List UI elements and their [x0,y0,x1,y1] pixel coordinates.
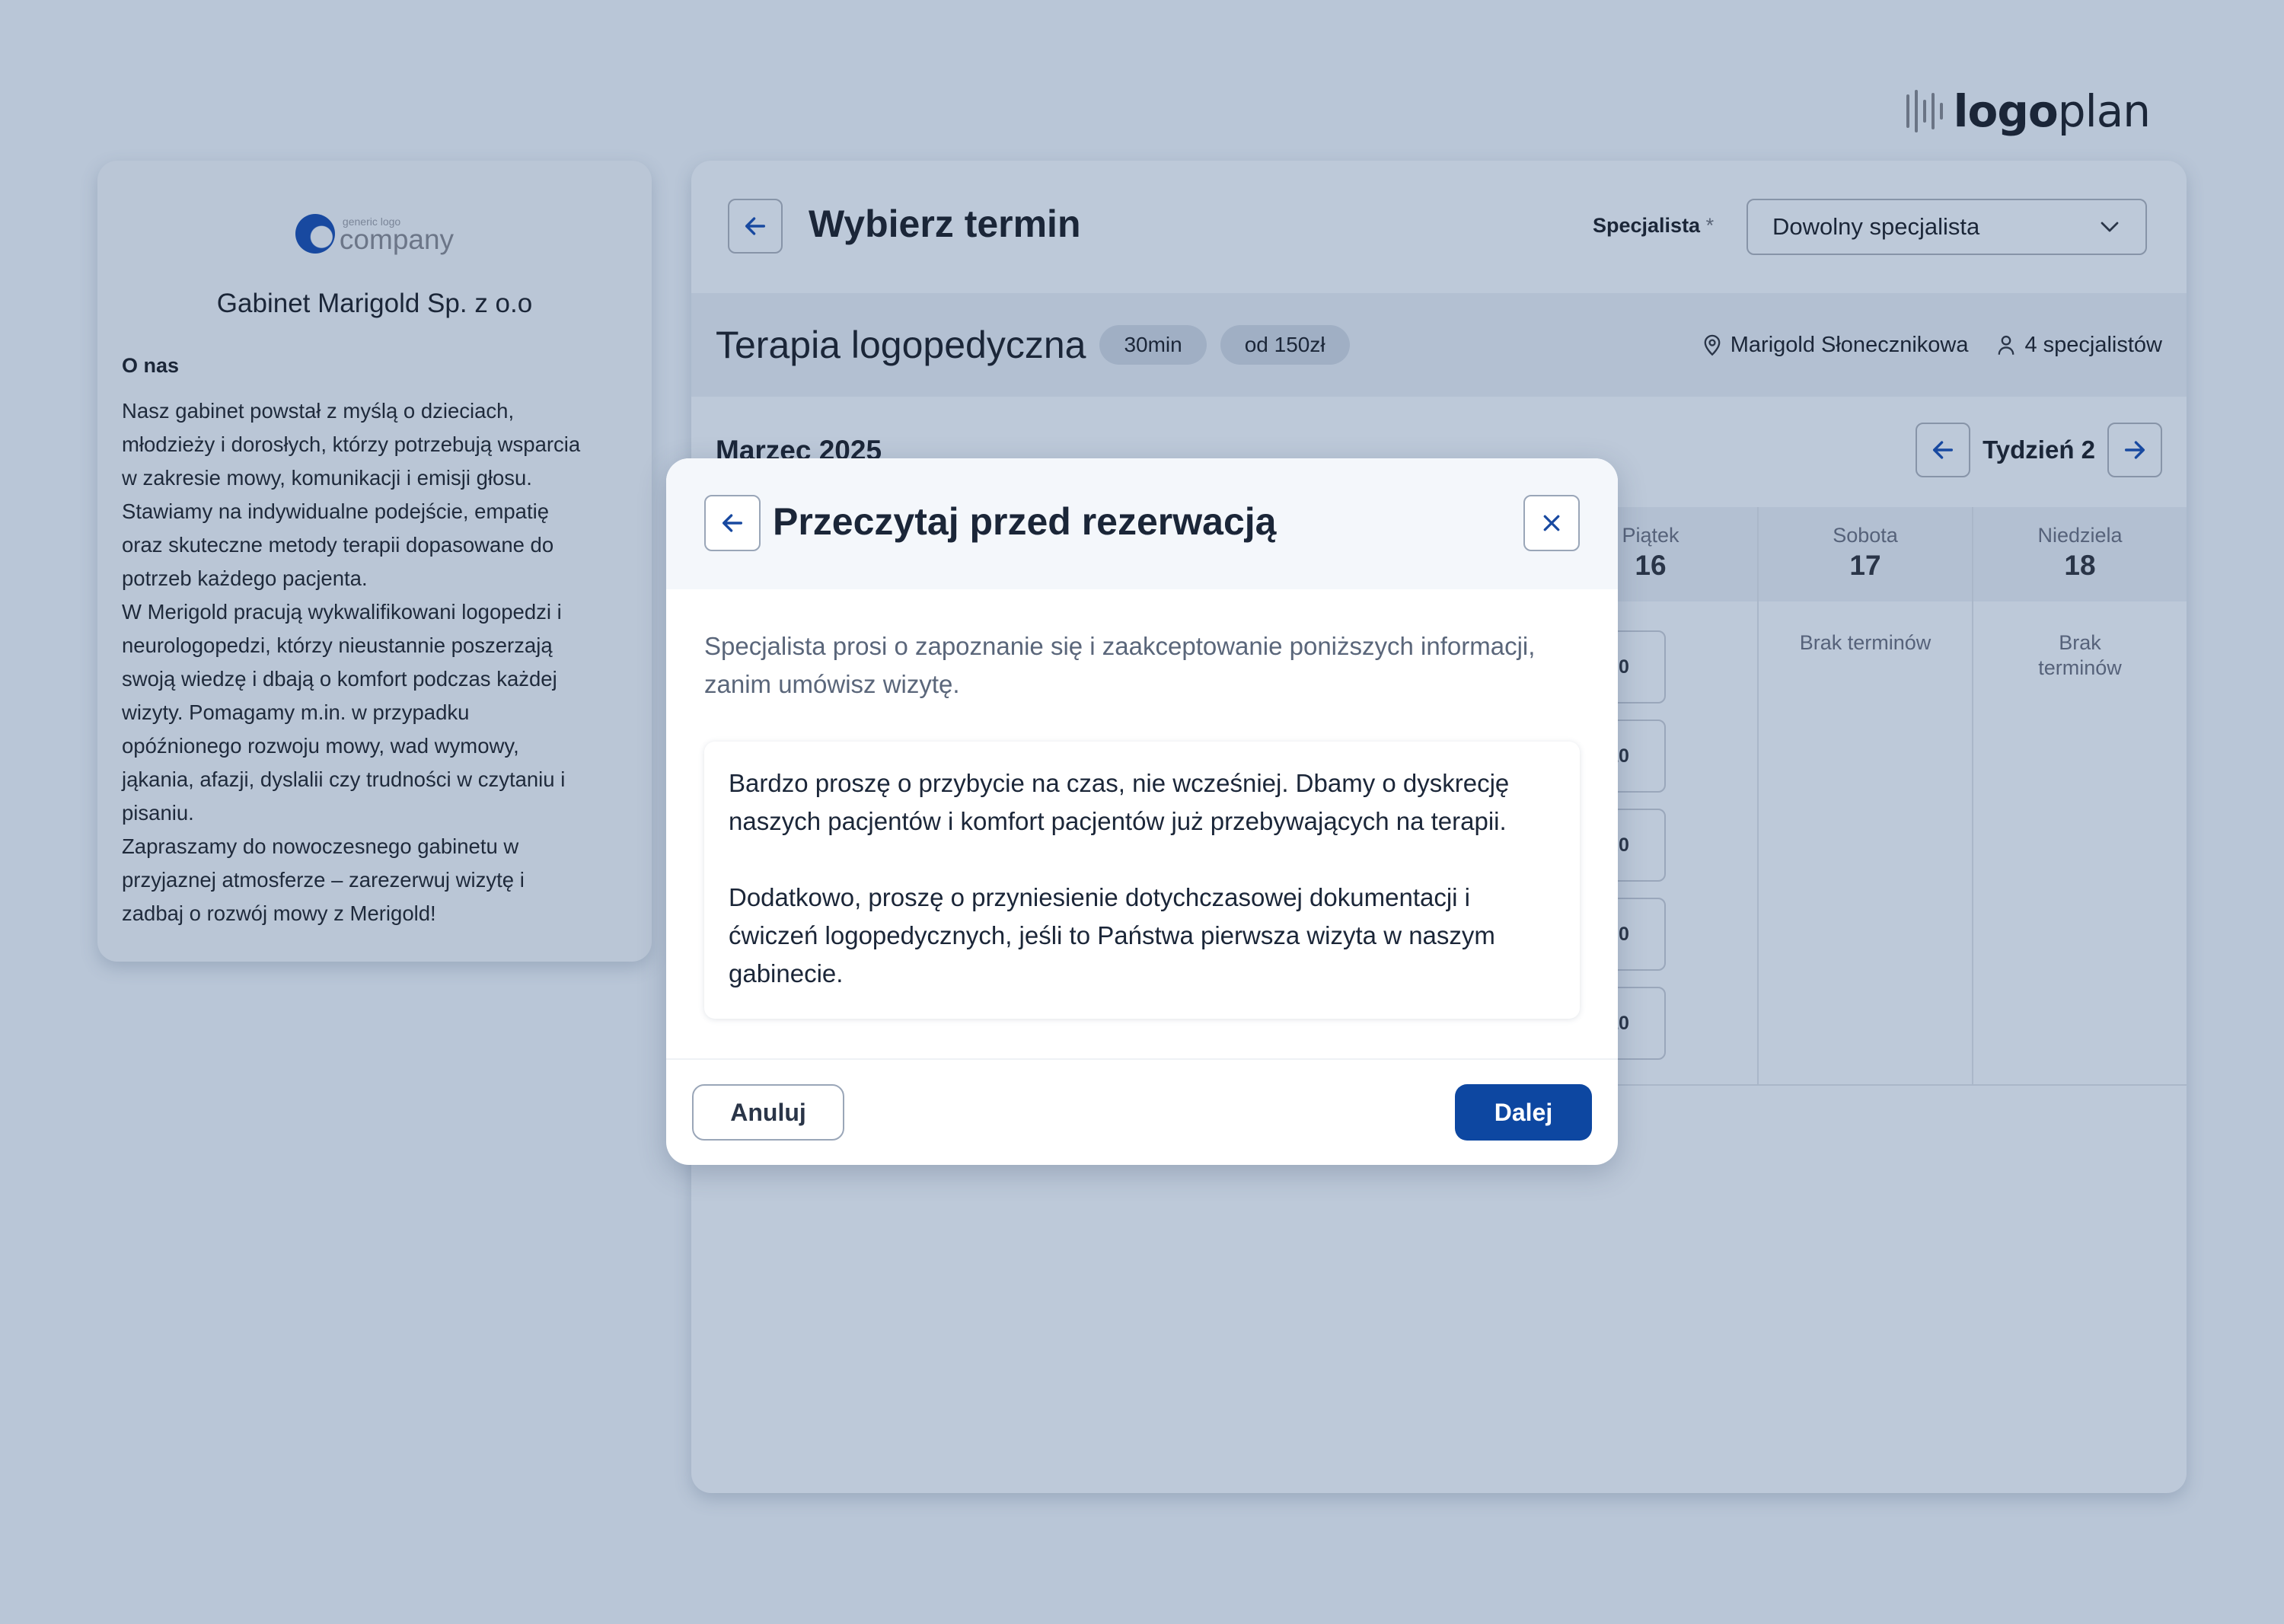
day-column-sunday: Niedziela 18 Brak terminów [1973,507,2187,1086]
specialist-label: Specjalista * [1593,214,1714,238]
day-name: Niedziela [2037,524,2123,547]
person-icon [1998,335,2014,355]
price-badge: od 150zł [1220,325,1350,365]
no-slots-text: Brak terminów [2038,631,2122,679]
specialists-info: 4 specjalistów [1995,333,2162,358]
specialist-select-value: Dowolny specjalista [1772,213,1980,240]
required-mark: * [1705,214,1715,237]
specialist-label-text: Specjalista [1593,214,1701,237]
no-slots-text: Brak terminów [1799,631,1932,654]
arrow-left-icon [722,514,743,532]
company-logo: generic logo company [122,209,627,254]
back-button[interactable] [728,199,783,254]
company-logo-text: company [339,224,455,255]
day-number: 18 [2064,550,2096,581]
next-button[interactable]: Dalej [1455,1084,1592,1141]
next-week-button[interactable] [2107,423,2162,477]
week-label: Tydzień 2 [1983,436,2095,464]
company-logo-mark [295,214,335,254]
company-logo-small-text: generic logo [342,215,401,228]
arrow-right-icon [2124,441,2145,459]
modal-footer-divider [666,1058,1618,1060]
about-heading: O nas [122,354,180,377]
specialists-count: 4 specjalistów [2024,332,2162,357]
location-info: Marigold Słonecznikowa [1702,332,1969,358]
page-title: Wybierz termin [809,203,1081,245]
close-icon [1543,515,1560,531]
service-bar: Terapia logopedyczna 30min od 150zł Mari… [691,293,2187,397]
modal-intro-text: Specjalista prosi o zapoznanie się i zaa… [704,632,1536,698]
arrow-left-icon [745,217,766,235]
logo-text-bold: logo [1953,85,2059,137]
location-text: Marigold Słonecznikowa [1730,332,1969,357]
clinic-info-card: generic logo company Gabinet Marigold Sp… [97,161,652,962]
service-name: Terapia logopedyczna [716,324,1086,366]
notice-paragraph: Bardzo proszę o przybycie na czas, nie w… [729,769,1510,835]
day-name: Sobota [1833,524,1898,547]
modal-close-button[interactable] [1523,495,1580,551]
cancel-button[interactable]: Anuluj [692,1084,844,1141]
chevron-down-icon [2101,222,2119,232]
soundwave-icon [1906,88,1943,134]
arrow-left-icon [1933,441,1954,459]
prev-week-button[interactable] [1916,423,1971,477]
specialist-notice: Bardzo proszę o przybycie na czas, nie w… [704,742,1580,1019]
notice-paragraph: Dodatkowo, proszę o przyniesienie dotych… [729,883,1495,987]
logoplan-logo: logoplan [1906,85,2151,137]
specialist-select[interactable]: Dowolny specjalista [1746,199,2147,255]
clinic-name: Gabinet Marigold Sp. z o.o [216,289,533,318]
about-text: Nasz gabinet powstał z myślą o dzieciach… [122,399,581,925]
duration-badge: 30min [1099,325,1207,365]
modal-back-button[interactable] [704,495,761,551]
modal-title: Przeczytaj przed rezerwacją [773,500,1277,543]
modal-header: Przeczytaj przed rezerwacją [666,458,1618,589]
booking-info-modal: Przeczytaj przed rezerwacją Specjalista … [666,458,1618,1165]
day-column-saturday: Sobota 17 Brak terminów [1759,507,1972,1086]
logo-text-light: plan [2057,85,2151,137]
day-number: 17 [1849,550,1881,581]
booking-header: Wybierz termin Specjalista * Dowolny spe… [691,161,2187,293]
week-navigation: Tydzień 2 [1916,423,2162,477]
location-pin-icon [1704,334,1721,356]
